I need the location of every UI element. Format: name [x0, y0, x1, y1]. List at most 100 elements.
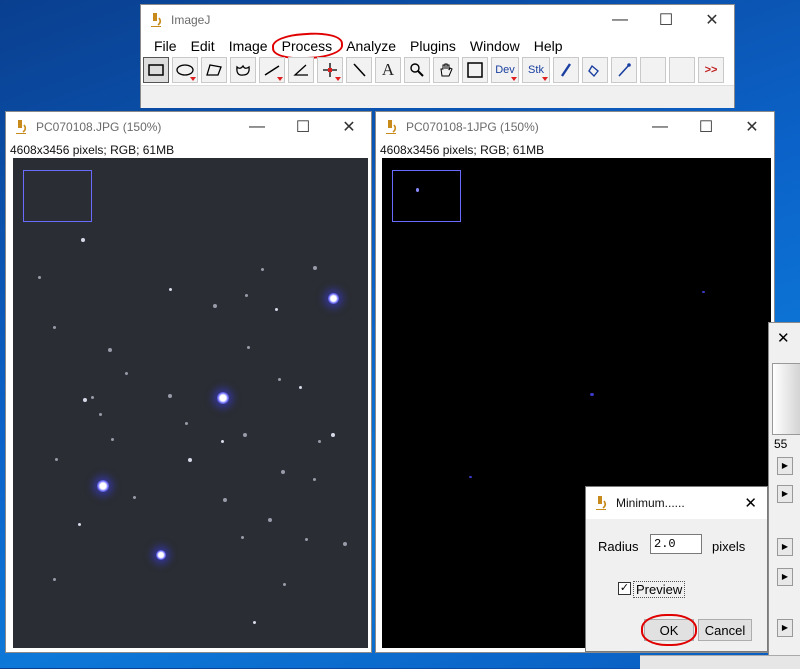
line-tool-icon[interactable]: [259, 57, 285, 83]
faint-star: [223, 498, 227, 502]
left-window-title: PC070108.JPG (150%): [36, 120, 162, 134]
background-window: ✕ 55 ▶ ▶ ▶ ▶ ▶: [768, 322, 800, 662]
menu-help[interactable]: Help: [527, 38, 570, 54]
minimize-icon[interactable]: —: [638, 112, 682, 142]
imagej-main-window: ImageJ — ☐ ✕ File Edit Image Process Ana…: [140, 4, 735, 108]
image-window-left: PC070108.JPG (150%) — ☐ ✕ 4608x3456 pixe…: [5, 111, 372, 653]
flood-fill-icon[interactable]: [582, 57, 608, 83]
units-label: pixels: [712, 539, 746, 554]
close-icon[interactable]: ✕: [327, 112, 371, 142]
left-image-canvas[interactable]: [13, 158, 368, 648]
faint-star: [55, 458, 58, 461]
imagej-title: ImageJ: [171, 13, 211, 27]
menu-analyze[interactable]: Analyze: [339, 38, 403, 54]
close-icon[interactable]: ✕: [690, 5, 734, 35]
dev-menu-button[interactable]: Dev: [491, 57, 519, 83]
arrow-button[interactable]: ▶: [777, 538, 793, 556]
faint-star: [99, 413, 102, 416]
faint-star: [185, 422, 188, 425]
faint-star: [305, 538, 308, 541]
polygon-tool-icon[interactable]: [201, 57, 227, 83]
faint-star: [133, 496, 136, 499]
arrow-button[interactable]: ▶: [777, 485, 793, 503]
close-icon[interactable]: ✕: [777, 329, 790, 347]
faint-star: [331, 433, 335, 437]
color-picker-icon[interactable]: [462, 57, 488, 83]
histogram-panel: [772, 363, 800, 435]
radius-input[interactable]: [650, 534, 702, 554]
bright-star: [156, 550, 166, 560]
arrow-button[interactable]: ▶: [777, 619, 793, 637]
faint-star: [590, 393, 594, 396]
maximize-icon[interactable]: ☐: [281, 112, 325, 142]
right-image-info: 4608x3456 pixels; RGB; 61MB: [380, 143, 545, 157]
faint-star: [38, 276, 41, 279]
rectangle-tool-icon[interactable]: [143, 57, 169, 83]
faint-star: [318, 440, 321, 443]
imagej-titlebar[interactable]: ImageJ — ☐ ✕: [141, 5, 734, 35]
toolbar: A Dev Stk >>: [141, 57, 734, 85]
menu-file[interactable]: File: [147, 38, 184, 54]
left-window-titlebar[interactable]: PC070108.JPG (150%) — ☐ ✕: [6, 112, 371, 142]
arrow-button[interactable]: ▶: [777, 568, 793, 586]
close-icon[interactable]: ✕: [730, 112, 774, 142]
point-tool-icon[interactable]: [317, 57, 343, 83]
faint-star: [125, 372, 128, 375]
minimize-icon[interactable]: —: [598, 5, 642, 35]
roi-rectangle[interactable]: [23, 170, 92, 222]
right-window-titlebar[interactable]: PC070108-1JPG (150%) — ☐ ✕: [376, 112, 774, 142]
faint-star: [91, 396, 94, 399]
cancel-button[interactable]: Cancel: [698, 619, 752, 641]
angle-tool-icon[interactable]: [288, 57, 314, 83]
magnifier-icon[interactable]: [404, 57, 430, 83]
more-tools-button[interactable]: >>: [698, 57, 724, 83]
taskbar-strip: [640, 655, 800, 669]
faint-star: [168, 394, 172, 398]
faint-star: [299, 386, 302, 389]
minimize-icon[interactable]: —: [235, 112, 279, 142]
faint-star: [261, 268, 264, 271]
menubar: File Edit Image Process Analyze Plugins …: [141, 35, 734, 57]
dialog-titlebar[interactable]: Minimum...... ✕: [586, 487, 767, 519]
minimum-dialog: Minimum...... ✕ Radius pixels ✓ Preview …: [585, 486, 768, 652]
dev-label: Dev: [495, 64, 515, 76]
maximize-icon[interactable]: ☐: [684, 112, 728, 142]
faint-star: [702, 291, 705, 293]
menu-image[interactable]: Image: [222, 38, 275, 54]
partial-label: 55: [774, 437, 788, 451]
hand-tool-icon[interactable]: [433, 57, 459, 83]
faint-star: [83, 398, 87, 402]
left-image-info: 4608x3456 pixels; RGB; 61MB: [10, 143, 175, 157]
faint-star: [221, 440, 224, 443]
maximize-icon[interactable]: ☐: [644, 5, 688, 35]
freehand-tool-icon[interactable]: [230, 57, 256, 83]
microscope-icon: [386, 120, 397, 134]
faint-star: [111, 438, 114, 441]
text-tool-icon[interactable]: A: [375, 57, 401, 83]
faint-star: [188, 458, 192, 462]
close-icon[interactable]: ✕: [744, 494, 757, 512]
stk-label: Stk: [528, 64, 544, 76]
stk-menu-button[interactable]: Stk: [522, 57, 550, 83]
faint-star: [283, 583, 286, 586]
more-tools-label: >>: [704, 64, 718, 76]
right-window-title: PC070108-1JPG (150%): [406, 120, 539, 134]
preview-label: Preview: [633, 581, 686, 598]
faint-star: [108, 348, 112, 352]
faint-star: [213, 304, 217, 308]
brush-tool-icon[interactable]: [553, 57, 579, 83]
menu-window[interactable]: Window: [463, 38, 527, 54]
faint-star: [469, 476, 472, 478]
oval-tool-icon[interactable]: [172, 57, 198, 83]
roi-rectangle[interactable]: [392, 170, 461, 222]
menu-process[interactable]: Process: [275, 38, 340, 54]
arrow-button[interactable]: ▶: [777, 457, 793, 475]
menu-edit[interactable]: Edit: [184, 38, 222, 54]
faint-star: [169, 288, 172, 291]
wand-tool-icon[interactable]: [346, 57, 372, 83]
preview-checkbox[interactable]: ✓: [618, 582, 631, 595]
menu-plugins[interactable]: Plugins: [403, 38, 463, 54]
bright-star: [97, 480, 109, 492]
faint-star: [243, 433, 247, 437]
pencil-tool-icon[interactable]: [611, 57, 637, 83]
